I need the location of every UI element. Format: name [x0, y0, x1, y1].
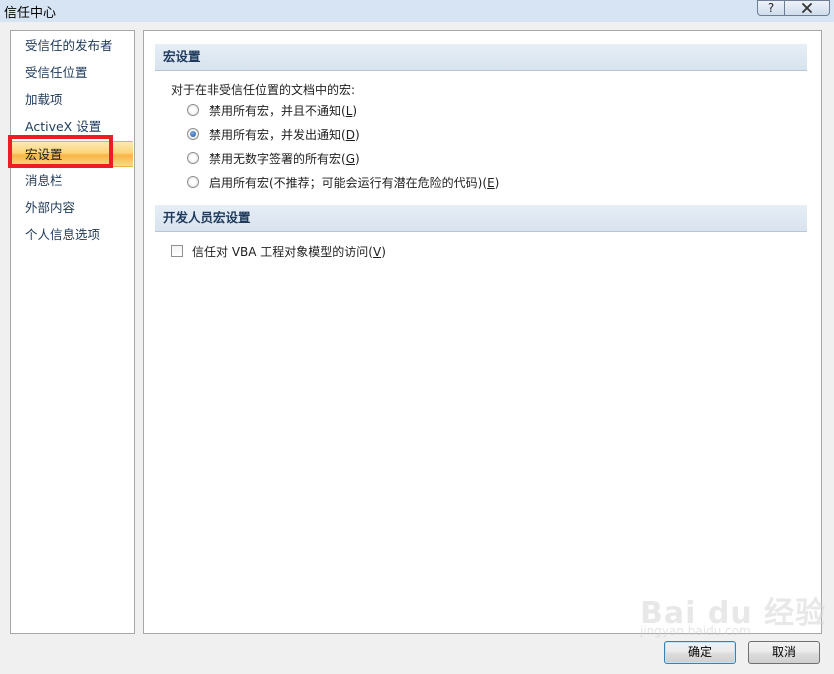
radio-button-checked[interactable] — [187, 128, 199, 140]
developer-settings-header: 开发人员宏设置 — [155, 205, 807, 232]
help-button[interactable]: ? — [757, 0, 785, 16]
nav-item-message-bar[interactable]: 消息栏 — [12, 168, 133, 194]
category-nav: 受信任的发布者 受信任位置 加载项 ActiveX 设置 宏设置 消息栏 外部内… — [10, 30, 135, 634]
radio-disable-with-notify[interactable]: 禁用所有宏，并发出通知(D) — [187, 125, 360, 143]
radio-button[interactable] — [187, 152, 199, 164]
trust-center-dialog: 信任中心 ? 受信任的发布者 受信任位置 加载项 ActiveX 设置 宏设置 … — [0, 0, 834, 674]
nav-item-trusted-locations[interactable]: 受信任位置 — [12, 60, 133, 86]
close-icon — [802, 3, 812, 13]
macro-settings-header: 宏设置 — [155, 44, 807, 71]
nav-item-privacy-options[interactable]: 个人信息选项 — [12, 222, 133, 248]
checkbox-label: 信任对 VBA 工程对象模型的访问(V) — [192, 244, 386, 259]
title-buttons: ? — [757, 0, 830, 16]
cancel-button[interactable]: 取消 — [748, 641, 820, 664]
close-button[interactable] — [785, 0, 830, 16]
checkbox-trust-vba-access[interactable]: 信任对 VBA 工程对象模型的访问(V) — [171, 242, 386, 260]
macro-group-label: 对于在非受信任位置的文档中的宏: — [171, 83, 356, 97]
option-label: 禁用无数字签署的所有宏(G) — [209, 151, 360, 166]
nav-item-activex-settings[interactable]: ActiveX 设置 — [12, 114, 133, 140]
radio-enable-all[interactable]: 启用所有宏(不推荐；可能会运行有潜在危险的代码)(E) — [187, 173, 499, 191]
nav-item-external-content[interactable]: 外部内容 — [12, 195, 133, 221]
checkbox[interactable] — [171, 245, 183, 257]
window-title: 信任中心 — [4, 6, 57, 21]
title-bar[interactable]: 信任中心 ? — [0, 0, 834, 22]
radio-button[interactable] — [187, 104, 199, 116]
radio-button[interactable] — [187, 176, 199, 188]
nav-item-macro-settings[interactable]: 宏设置 — [12, 141, 133, 167]
settings-panel: 宏设置 对于在非受信任位置的文档中的宏: 禁用所有宏，并且不通知(L) 禁用所有… — [143, 30, 822, 634]
radio-disable-unsigned[interactable]: 禁用无数字签署的所有宏(G) — [187, 149, 360, 167]
option-label: 启用所有宏(不推荐；可能会运行有潜在危险的代码)(E) — [209, 175, 500, 190]
radio-disable-no-notify[interactable]: 禁用所有宏，并且不通知(L) — [187, 101, 357, 119]
ok-button[interactable]: 确定 — [664, 641, 736, 664]
nav-item-trusted-publishers[interactable]: 受信任的发布者 — [12, 33, 133, 59]
option-label: 禁用所有宏，并且不通知(L) — [209, 103, 358, 118]
option-label: 禁用所有宏，并发出通知(D) — [209, 127, 360, 142]
help-icon: ? — [767, 1, 775, 15]
nav-item-add-ins[interactable]: 加载项 — [12, 87, 133, 113]
